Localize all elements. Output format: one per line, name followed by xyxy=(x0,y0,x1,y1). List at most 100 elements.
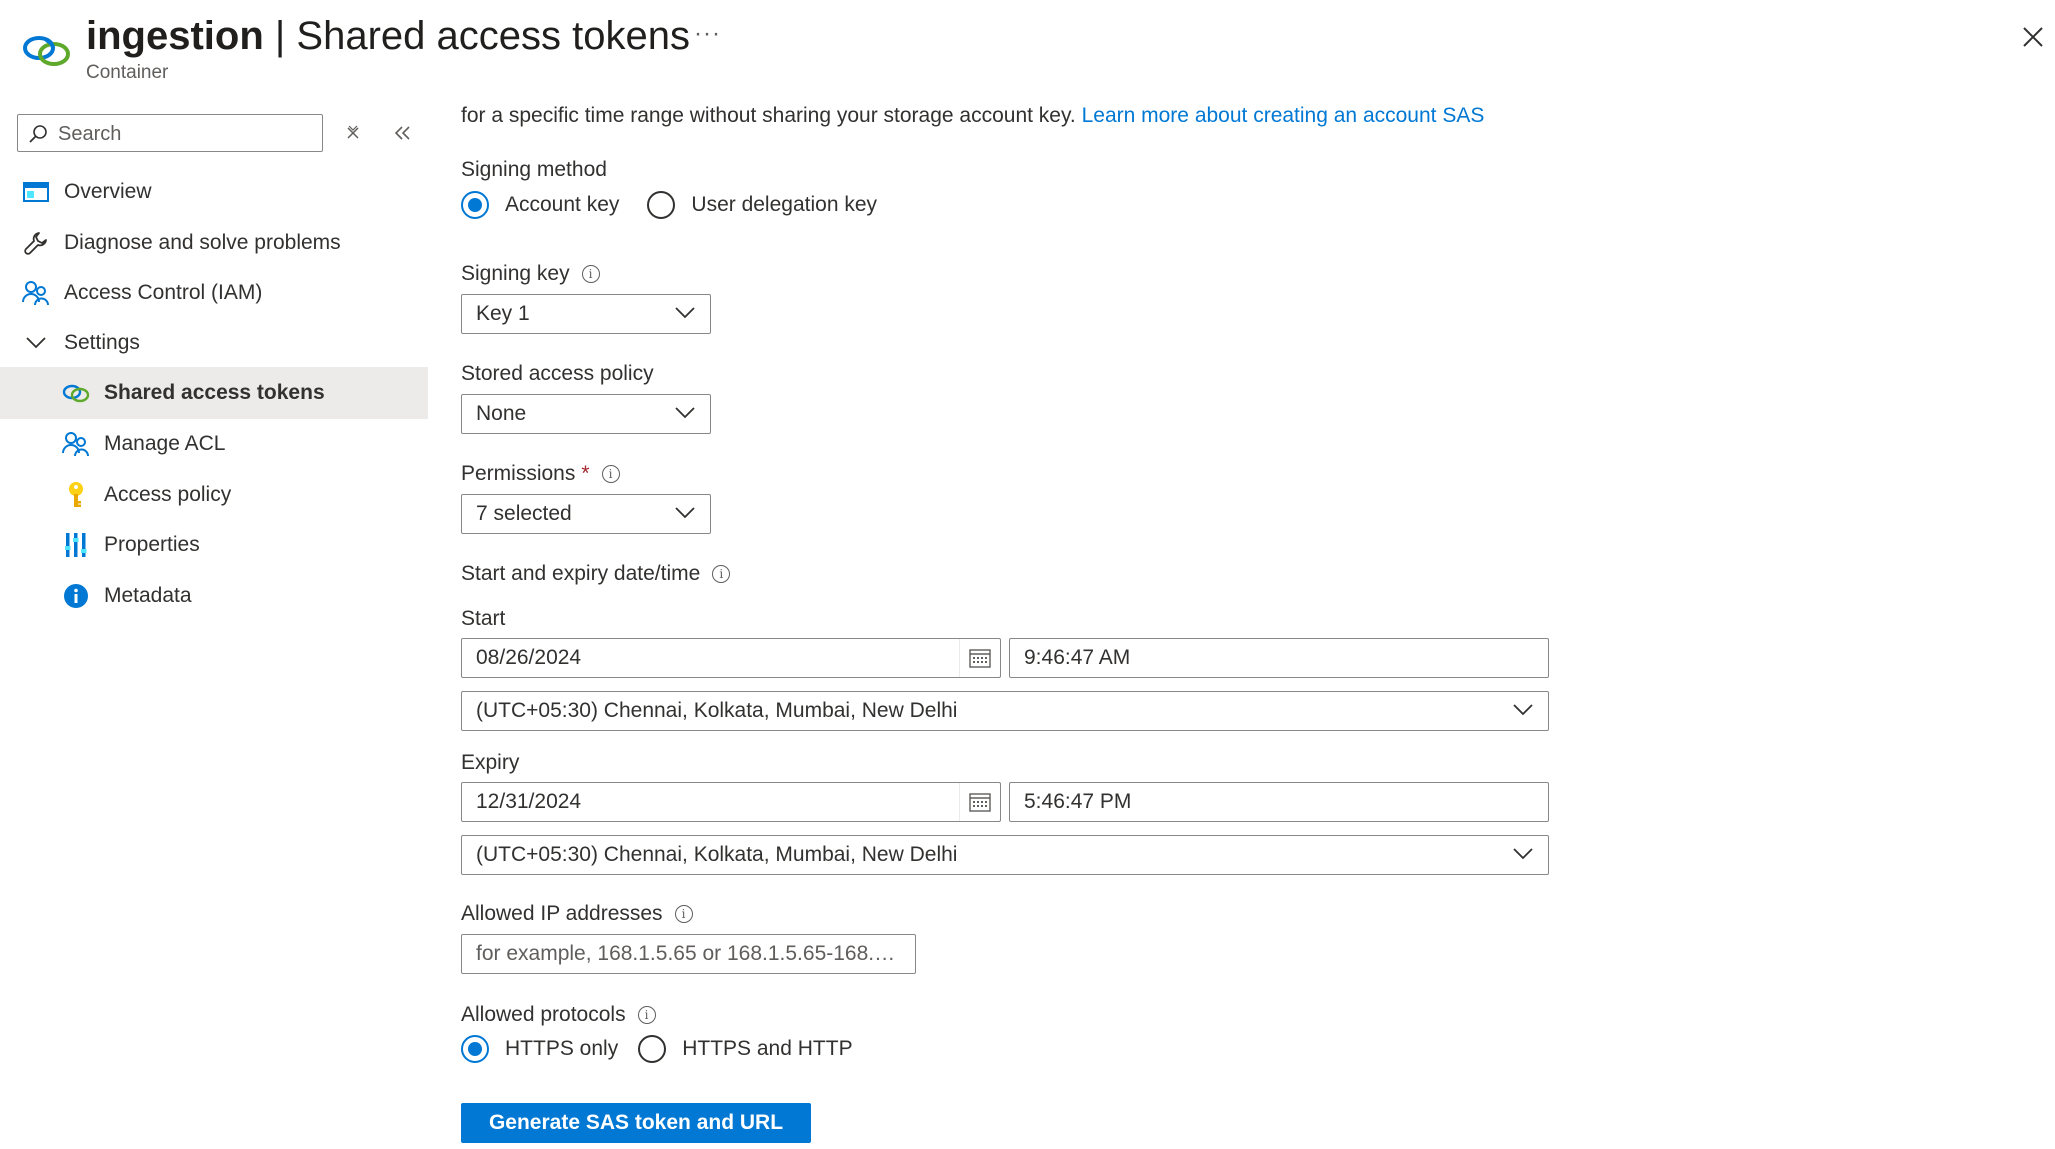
signing-key-label-text: Signing key xyxy=(461,262,570,285)
resource-type: Container xyxy=(86,62,169,83)
sidebar-item-label: Properties xyxy=(104,533,200,556)
sidebar-item-label: Shared access tokens xyxy=(104,381,325,404)
sidebar-item-properties[interactable]: Properties xyxy=(0,519,428,571)
permissions-label: Permissions * i xyxy=(461,462,620,486)
start-time-value: 9:46:47 AM xyxy=(1024,646,1131,669)
date-section-label: Start and expiry date/time i xyxy=(461,562,731,586)
stored-access-policy-label: Stored access policy xyxy=(461,362,654,386)
search-icon xyxy=(29,125,47,143)
info-circle-icon[interactable]: i xyxy=(712,565,731,583)
chevron-down-icon xyxy=(675,507,695,519)
shared-access-link-icon xyxy=(22,32,72,70)
radio-account-key[interactable]: Account key xyxy=(461,191,619,219)
date-section-label-text: Start and expiry date/time xyxy=(461,562,701,585)
calendar-icon[interactable] xyxy=(959,639,1000,677)
sidebar-item-metadata[interactable]: Metadata xyxy=(0,570,428,622)
sidebar-item-label: Access policy xyxy=(104,483,232,506)
allowed-ip-label: Allowed IP addresses i xyxy=(461,902,693,926)
people-icon xyxy=(62,430,90,458)
radio-user-delegation-key[interactable]: User delegation key xyxy=(647,191,877,219)
collapse-sidebar-icon[interactable] xyxy=(392,124,414,142)
radio-button-selected[interactable] xyxy=(461,1035,489,1063)
intro-description: for a specific time range without sharin… xyxy=(461,104,1082,127)
radio-button[interactable] xyxy=(647,191,676,219)
expiry-label: Expiry xyxy=(461,751,519,775)
sidebar-item-label: Access Control (IAM) xyxy=(64,281,263,304)
expiry-date-value: 12/31/2024 xyxy=(476,790,582,813)
sidebar-item-iam[interactable]: Access Control (IAM) xyxy=(0,267,428,319)
more-options-button[interactable]: ··· xyxy=(694,20,721,48)
dropdown-value: None xyxy=(476,402,527,425)
info-circle-icon[interactable]: i xyxy=(637,1006,656,1024)
info-circle-icon[interactable]: i xyxy=(601,465,620,483)
signing-key-label: Signing key i xyxy=(461,262,600,286)
sidebar-item-label: Metadata xyxy=(104,584,192,607)
intro-text: for a specific time range without sharin… xyxy=(461,104,1484,128)
dropdown-value: Key 1 xyxy=(476,302,530,325)
allowed-protocols-label-text: Allowed protocols xyxy=(461,1003,626,1026)
start-timezone-dropdown[interactable]: (UTC+05:30) Chennai, Kolkata, Mumbai, Ne… xyxy=(461,691,1549,731)
properties-icon xyxy=(62,531,90,559)
sidebar-item-shared-access-tokens[interactable]: Shared access tokens xyxy=(0,367,428,419)
generate-sas-button[interactable]: Generate SAS token and URL xyxy=(461,1103,811,1143)
sidebar-item-label: Overview xyxy=(64,180,152,203)
expiry-date-input[interactable]: 12/31/2024 xyxy=(461,782,1001,822)
calendar-icon[interactable] xyxy=(959,783,1000,821)
dropdown-value: (UTC+05:30) Chennai, Kolkata, Mumbai, Ne… xyxy=(476,699,958,722)
sidebar-item-access-policy[interactable]: Access policy xyxy=(0,469,428,521)
info-circle-icon[interactable]: i xyxy=(581,265,600,283)
allowed-protocols-label: Allowed protocols i xyxy=(461,1003,656,1027)
start-time-input[interactable]: 9:46:47 AM xyxy=(1009,638,1549,678)
chevron-down-icon xyxy=(1513,704,1533,716)
sidebar-item-diagnose[interactable]: Diagnose and solve problems xyxy=(0,217,428,269)
allowed-ip-placeholder: for example, 168.1.5.65 or 168.1.5.65-16… xyxy=(476,942,896,965)
start-date-input[interactable]: 08/26/2024 xyxy=(461,638,1001,678)
dropdown-value: (UTC+05:30) Chennai, Kolkata, Mumbai, Ne… xyxy=(476,843,958,866)
radio-https-only[interactable]: HTTPS only xyxy=(461,1035,618,1063)
sidebar-item-label: Manage ACL xyxy=(104,432,226,455)
chevron-down-icon xyxy=(675,307,695,319)
blade-title: Shared access tokens xyxy=(296,14,690,58)
expiry-time-input[interactable]: 5:46:47 PM xyxy=(1009,782,1549,822)
page-title: ingestion | Shared access tokens xyxy=(86,10,690,62)
signing-method-label-text: Signing method xyxy=(461,158,607,181)
chevron-down-icon xyxy=(1513,848,1533,860)
radio-https-and-http[interactable]: HTTPS and HTTP xyxy=(638,1035,853,1063)
start-label-text: Start xyxy=(461,607,506,630)
info-icon xyxy=(62,582,90,610)
title-separator: | xyxy=(263,14,297,58)
radio-label: HTTPS only xyxy=(505,1037,619,1060)
chevron-down-icon xyxy=(675,407,695,419)
sidebar-item-overview[interactable]: Overview xyxy=(0,166,428,218)
signing-method-label: Signing method xyxy=(461,158,607,182)
sidebar-group-settings[interactable]: Settings xyxy=(0,317,428,369)
start-date-value: 08/26/2024 xyxy=(476,646,582,669)
signing-method-radio-group: Account key User delegation key xyxy=(461,191,877,219)
radio-button-selected[interactable] xyxy=(461,191,489,219)
required-asterisk: * xyxy=(581,462,590,485)
allowed-protocols-radio-group: HTTPS only HTTPS and HTTP xyxy=(461,1035,853,1063)
radio-label: User delegation key xyxy=(691,193,878,216)
link-icon xyxy=(62,379,90,407)
radio-label: Account key xyxy=(505,193,620,216)
allowed-ip-input[interactable]: for example, 168.1.5.65 or 168.1.5.65-16… xyxy=(461,934,916,974)
radio-label: HTTPS and HTTP xyxy=(682,1037,853,1060)
wrench-icon xyxy=(22,229,50,257)
signing-key-dropdown[interactable]: Key 1 xyxy=(461,294,711,334)
permissions-dropdown[interactable]: 7 selected xyxy=(461,494,711,534)
expiry-timezone-dropdown[interactable]: (UTC+05:30) Chennai, Kolkata, Mumbai, Ne… xyxy=(461,835,1549,875)
radio-button[interactable] xyxy=(638,1035,667,1063)
clear-search-icon[interactable] xyxy=(344,124,362,142)
allowed-ip-label-text: Allowed IP addresses xyxy=(461,902,663,925)
sidebar-item-manage-acl[interactable]: Manage ACL xyxy=(0,418,428,470)
expiry-time-value: 5:46:47 PM xyxy=(1024,790,1132,813)
search-input[interactable] xyxy=(56,119,315,149)
chevron-down-icon xyxy=(22,329,50,357)
start-label: Start xyxy=(461,607,505,631)
info-circle-icon[interactable]: i xyxy=(674,905,693,923)
permissions-label-text: Permissions xyxy=(461,462,576,485)
learn-more-link[interactable]: Learn more about creating an account SAS xyxy=(1082,104,1485,127)
stored-access-policy-dropdown[interactable]: None xyxy=(461,394,711,434)
close-icon[interactable] xyxy=(2018,22,2048,52)
search-box[interactable] xyxy=(17,114,323,152)
